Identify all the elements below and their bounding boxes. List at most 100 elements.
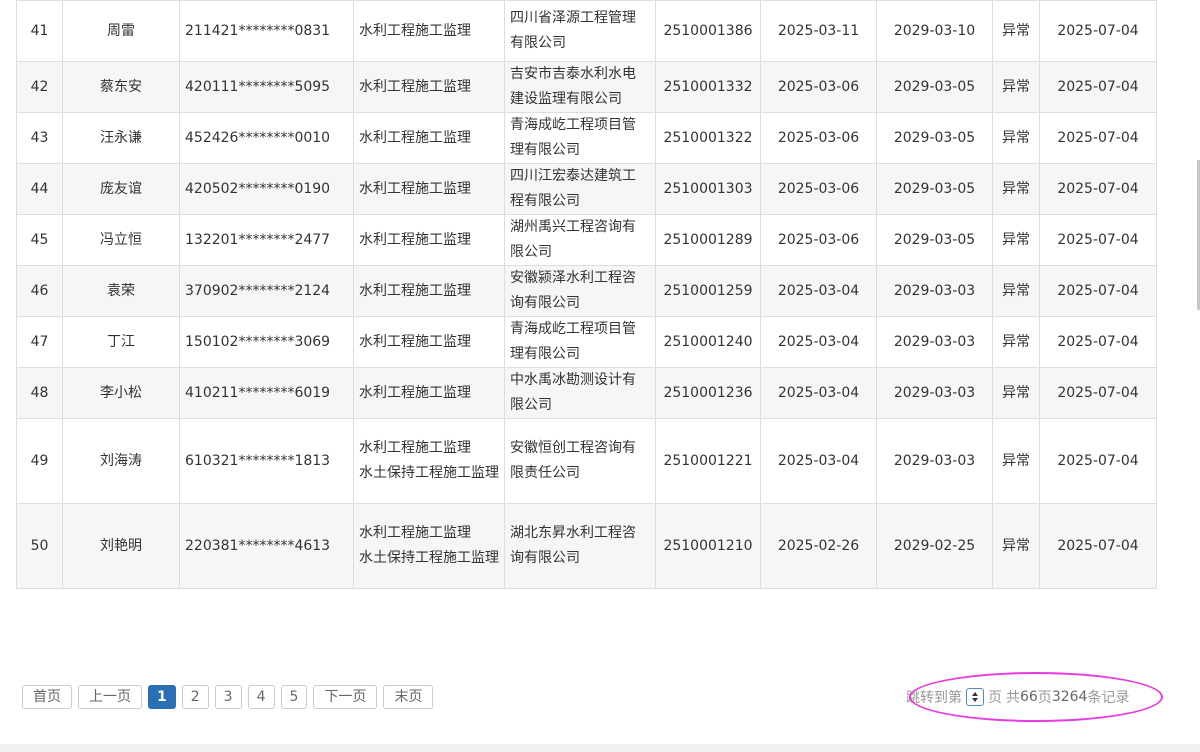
row-number-cell: 47 bbox=[16, 316, 63, 368]
chevron-up-icon[interactable] bbox=[972, 692, 978, 696]
table-row: 42 蔡东安 420111********5095 水利工程施工监理 吉安市吉泰水利水电… bbox=[16, 61, 1157, 113]
register-date-cell: 2025-03-06 bbox=[760, 214, 877, 266]
major-cell: 水利工程施工监理 bbox=[353, 316, 505, 368]
company-cell: 青海成屹工程项目管理有限公司 bbox=[504, 316, 656, 368]
expire-date-cell: 2029-03-03 bbox=[876, 418, 993, 504]
register-date-cell: 2025-03-04 bbox=[760, 418, 877, 504]
certificate-number-cell: 2510001259 bbox=[655, 265, 761, 317]
name-cell: 周雷 bbox=[62, 0, 180, 62]
update-date-cell: 2025-07-04 bbox=[1039, 367, 1157, 419]
name-cell: 袁荣 bbox=[62, 265, 180, 317]
page-4-button[interactable]: 4 bbox=[247, 685, 275, 709]
status-cell: 异常 bbox=[992, 112, 1040, 164]
register-date-cell: 2025-03-04 bbox=[760, 265, 877, 317]
row-number-cell: 41 bbox=[16, 0, 63, 62]
register-date-cell: 2025-03-06 bbox=[760, 61, 877, 113]
company-cell: 中水禹冰勘测设计有限公司 bbox=[504, 367, 656, 419]
expire-date-cell: 2029-03-05 bbox=[876, 61, 993, 113]
update-date-cell: 2025-07-04 bbox=[1039, 316, 1157, 368]
total-pages-unit: 页 bbox=[1037, 690, 1052, 706]
table-row: 47 丁江 150102********3069 水利工程施工监理 青海成屹工程项目管理… bbox=[16, 316, 1157, 368]
next-page-button[interactable]: 下一页 bbox=[313, 685, 378, 709]
jump-suffix-label: 页 bbox=[988, 690, 1002, 706]
id-number-cell: 150102********3069 bbox=[179, 316, 354, 368]
company-cell: 安徽颍泽水利工程咨询有限公司 bbox=[504, 265, 656, 317]
chevron-down-icon[interactable] bbox=[972, 698, 978, 702]
company-cell: 四川江宏泰达建筑工程有限公司 bbox=[504, 163, 656, 215]
update-date-cell: 2025-07-04 bbox=[1039, 163, 1157, 215]
table-row: 50 刘艳明 220381********4613 水利工程施工监理 水土保持工程施工… bbox=[16, 503, 1157, 589]
row-number-cell: 49 bbox=[16, 418, 63, 504]
page-jump: 跳转到第 页 共 66 页 3264 条记录 bbox=[906, 686, 1129, 708]
table-row: 46 袁荣 370902********2124 水利工程施工监理 安徽颍泽水利工程咨询… bbox=[16, 265, 1157, 317]
expire-date-cell: 2029-03-05 bbox=[876, 214, 993, 266]
pagination: 首页 上一页 1 2 3 4 5 下一页 末页 bbox=[22, 685, 434, 709]
certificate-number-cell: 2510001210 bbox=[655, 503, 761, 589]
major-cell: 水利工程施工监理 bbox=[353, 0, 505, 62]
page-footer-strip bbox=[0, 744, 1200, 752]
row-number-cell: 42 bbox=[16, 61, 63, 113]
certificate-number-cell: 2510001322 bbox=[655, 112, 761, 164]
register-date-cell: 2025-03-06 bbox=[760, 112, 877, 164]
table-row: 44 庞友谊 420502********0190 水利工程施工监理 四川江宏泰达建筑工… bbox=[16, 163, 1157, 215]
expire-date-cell: 2029-03-03 bbox=[876, 265, 993, 317]
update-date-cell: 2025-07-04 bbox=[1039, 61, 1157, 113]
register-date-cell: 2025-02-26 bbox=[760, 503, 877, 589]
expire-date-cell: 2029-03-05 bbox=[876, 163, 993, 215]
expire-date-cell: 2029-03-03 bbox=[876, 367, 993, 419]
page-1-button[interactable]: 1 bbox=[148, 685, 176, 709]
total-records-unit: 条记录 bbox=[1087, 690, 1130, 706]
id-number-cell: 452426********0010 bbox=[179, 112, 354, 164]
page-2-button[interactable]: 2 bbox=[181, 685, 209, 709]
name-cell: 冯立恒 bbox=[62, 214, 180, 266]
name-cell: 刘海涛 bbox=[62, 418, 180, 504]
status-cell: 异常 bbox=[992, 503, 1040, 589]
last-page-button[interactable]: 末页 bbox=[383, 685, 434, 709]
page-jump-stepper[interactable] bbox=[966, 688, 984, 706]
total-pages-value: 66 bbox=[1020, 689, 1038, 705]
certificate-number-cell: 2510001221 bbox=[655, 418, 761, 504]
row-number-cell: 46 bbox=[16, 265, 63, 317]
row-number-cell: 50 bbox=[16, 503, 63, 589]
major-cell: 水利工程施工监理 水土保持工程施工监理 bbox=[353, 503, 505, 589]
id-number-cell: 420502********0190 bbox=[179, 163, 354, 215]
prev-page-button[interactable]: 上一页 bbox=[78, 685, 142, 709]
company-cell: 安徽恒创工程咨询有限责任公司 bbox=[504, 418, 656, 504]
major-cell: 水利工程施工监理 bbox=[353, 214, 505, 266]
update-date-cell: 2025-07-04 bbox=[1039, 503, 1157, 589]
page-3-button[interactable]: 3 bbox=[214, 685, 242, 709]
company-cell: 四川省泽源工程管理有限公司 bbox=[504, 0, 656, 62]
row-number-cell: 43 bbox=[16, 112, 63, 164]
expire-date-cell: 2029-03-05 bbox=[876, 112, 993, 164]
status-cell: 异常 bbox=[992, 418, 1040, 504]
company-cell: 青海成屹工程项目管理有限公司 bbox=[504, 112, 656, 164]
certificate-number-cell: 2510001236 bbox=[655, 367, 761, 419]
company-cell: 湖州禹兴工程咨询有限公司 bbox=[504, 214, 656, 266]
name-cell: 李小松 bbox=[62, 367, 180, 419]
first-page-button[interactable]: 首页 bbox=[22, 685, 72, 709]
row-number-cell: 44 bbox=[16, 163, 63, 215]
certificate-number-cell: 2510001303 bbox=[655, 163, 761, 215]
page-5-button[interactable]: 5 bbox=[280, 685, 308, 709]
update-date-cell: 2025-07-04 bbox=[1039, 265, 1157, 317]
major-cell: 水利工程施工监理 bbox=[353, 367, 505, 419]
id-number-cell: 370902********2124 bbox=[179, 265, 354, 317]
jump-prefix-label: 跳转到第 bbox=[906, 690, 962, 706]
certificate-number-cell: 2510001289 bbox=[655, 214, 761, 266]
major-cell: 水利工程施工监理 水土保持工程施工监理 bbox=[353, 418, 505, 504]
expire-date-cell: 2029-03-10 bbox=[876, 0, 993, 62]
company-cell: 湖北东昇水利工程咨询有限公司 bbox=[504, 503, 656, 589]
register-date-cell: 2025-03-04 bbox=[760, 316, 877, 368]
table-row: 43 汪永谦 452426********0010 水利工程施工监理 青海成屹工程项目管… bbox=[16, 112, 1157, 164]
status-cell: 异常 bbox=[992, 0, 1040, 62]
update-date-cell: 2025-07-04 bbox=[1039, 418, 1157, 504]
certificate-number-cell: 2510001386 bbox=[655, 0, 761, 62]
name-cell: 刘艳明 bbox=[62, 503, 180, 589]
id-number-cell: 410211********6019 bbox=[179, 367, 354, 419]
expire-date-cell: 2029-02-25 bbox=[876, 503, 993, 589]
row-number-cell: 48 bbox=[16, 367, 63, 419]
table-row: 49 刘海涛 610321********1813 水利工程施工监理 水土保持工程施工… bbox=[16, 418, 1157, 504]
id-number-cell: 420111********5095 bbox=[179, 61, 354, 113]
company-cell: 吉安市吉泰水利水电建设监理有限公司 bbox=[504, 61, 656, 113]
major-cell: 水利工程施工监理 bbox=[353, 61, 505, 113]
